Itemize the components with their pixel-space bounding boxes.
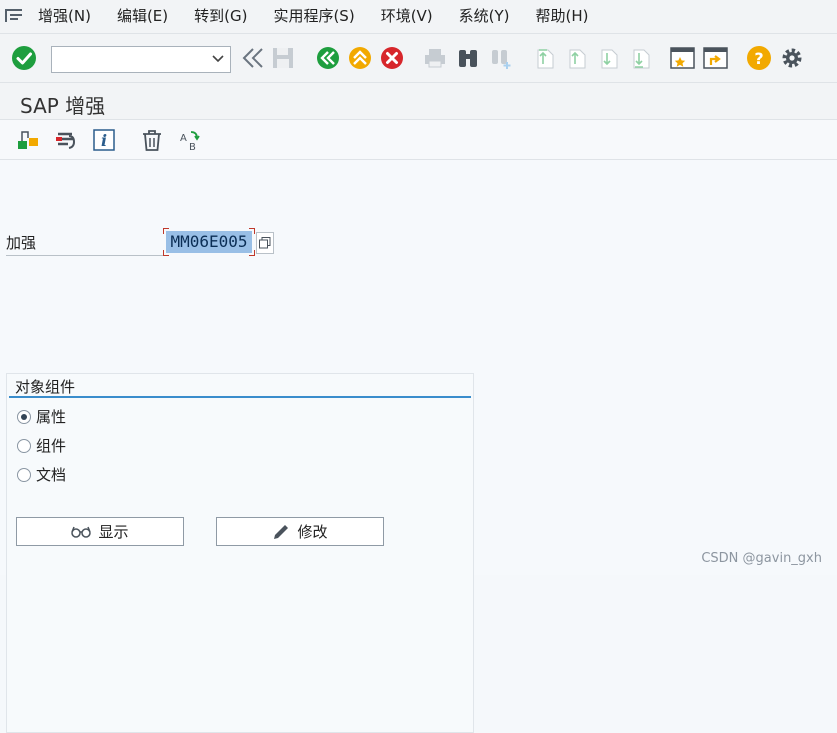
- radio-button-selected[interactable]: [17, 410, 31, 424]
- settings-icon[interactable]: [779, 45, 805, 71]
- object-components-group: 对象组件 属性 组件 文档 显示 修改: [6, 373, 474, 733]
- components-icon[interactable]: [16, 128, 40, 152]
- display-button-label: 显示: [98, 523, 129, 541]
- last-page-icon[interactable]: [628, 45, 654, 71]
- standard-toolbar: ?: [0, 34, 837, 83]
- new-session-icon[interactable]: [670, 45, 696, 71]
- change-button[interactable]: 修改: [216, 517, 384, 546]
- find-icon[interactable]: [455, 45, 481, 71]
- value-help-icon: [259, 237, 271, 249]
- radio-label: 文档: [36, 466, 67, 484]
- svg-text:B: B: [189, 142, 196, 152]
- help-icon[interactable]: ?: [746, 45, 772, 71]
- menu-system[interactable]: 系统(Y): [459, 6, 510, 26]
- radio-documentation[interactable]: 文档: [17, 465, 66, 485]
- menu-goto[interactable]: 转到(G): [194, 6, 247, 26]
- rename-icon[interactable]: AB: [178, 128, 202, 152]
- find-next-icon[interactable]: [488, 45, 514, 71]
- back-icon[interactable]: [315, 45, 341, 71]
- print-icon[interactable]: [422, 45, 448, 71]
- glasses-icon: [71, 526, 92, 538]
- menu-items: 增强(N) 编辑(E) 转到(G) 实用程序(S) 环境(V) 系统(Y) 帮助…: [38, 6, 615, 26]
- shortcut-icon[interactable]: [703, 45, 729, 71]
- delete-icon[interactable]: [140, 128, 164, 152]
- save-icon[interactable]: [270, 45, 296, 71]
- svg-text:i: i: [101, 131, 107, 150]
- next-page-icon[interactable]: [596, 45, 622, 71]
- menu-utilities[interactable]: 实用程序(S): [273, 6, 354, 26]
- info-icon[interactable]: i: [92, 128, 116, 152]
- watermark: CSDN @gavin_gxh: [701, 551, 822, 566]
- application-toolbar: i AB: [0, 120, 837, 160]
- menu-icon[interactable]: [5, 9, 23, 23]
- pencil-icon: [274, 524, 289, 539]
- page-title: SAP 增强: [20, 94, 106, 118]
- change-button-label: 修改: [297, 523, 328, 541]
- radio-attributes[interactable]: 属性: [17, 407, 66, 427]
- check-icon[interactable]: [11, 45, 37, 71]
- svg-text:A: A: [180, 133, 187, 144]
- radio-button[interactable]: [17, 468, 31, 482]
- radio-button[interactable]: [17, 439, 31, 453]
- radio-label: 属性: [36, 408, 67, 426]
- radio-label: 组件: [36, 437, 67, 455]
- enhancement-label: 加强: [6, 233, 163, 256]
- previous-page-icon[interactable]: [564, 45, 590, 71]
- menu-edit[interactable]: 编辑(E): [117, 6, 168, 26]
- enhancement-value: MM06E005: [166, 231, 252, 253]
- value-help-button[interactable]: [256, 232, 274, 254]
- menu-enhancement[interactable]: 增强(N): [38, 6, 91, 26]
- enhancement-input[interactable]: MM06E005: [163, 228, 255, 256]
- command-field[interactable]: [51, 46, 231, 73]
- transport-icon[interactable]: [54, 128, 78, 152]
- radio-components[interactable]: 组件: [17, 436, 66, 456]
- menu-environment[interactable]: 环境(V): [381, 6, 433, 26]
- group-divider: [9, 396, 471, 398]
- double-left-icon[interactable]: [240, 45, 266, 71]
- dropdown-icon[interactable]: [212, 55, 224, 63]
- title-bar: SAP 增强: [0, 83, 837, 120]
- first-page-icon[interactable]: [532, 45, 558, 71]
- exit-icon[interactable]: [347, 45, 373, 71]
- menu-help[interactable]: 帮助(H): [536, 6, 589, 26]
- display-button[interactable]: 显示: [16, 517, 184, 546]
- content-area: 加强 MM06E005 对象组件 属性 组件 文档 显示 修改 CSDN @ga…: [0, 160, 837, 733]
- menu-bar: 增强(N) 编辑(E) 转到(G) 实用程序(S) 环境(V) 系统(Y) 帮助…: [0, 0, 837, 34]
- cancel-icon[interactable]: [379, 45, 405, 71]
- group-title: 对象组件: [15, 378, 76, 396]
- svg-text:?: ?: [754, 49, 763, 68]
